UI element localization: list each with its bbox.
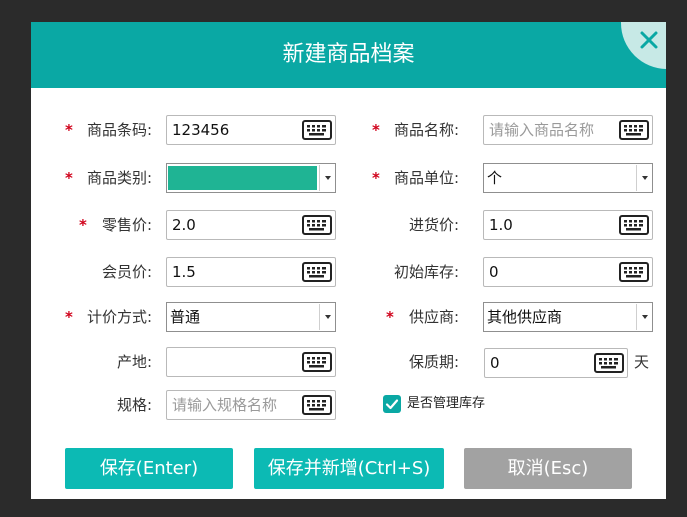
dialog-title: 新建商品档案 <box>282 42 415 67</box>
required-mark: * <box>372 121 380 139</box>
barcode-label: 商品条码: <box>86 121 152 139</box>
required-mark: * <box>372 169 380 187</box>
purchase-price-label: 进货价: <box>408 216 459 234</box>
manage-stock-checkbox[interactable] <box>383 395 401 413</box>
shelf-life-label: 保质期: <box>408 353 459 371</box>
supplier-value: 其他供应商 <box>487 308 563 326</box>
chevron-down-icon[interactable] <box>636 304 651 330</box>
dialog-title-bar: 新建商品档案 <box>31 22 666 88</box>
close-icon[interactable] <box>636 27 662 53</box>
save-button[interactable]: 保存(Enter) <box>65 448 233 489</box>
keyboard-icon[interactable] <box>302 394 332 416</box>
spec-label: 规格: <box>116 396 152 414</box>
supplier-select[interactable]: 其他供应商 <box>483 302 653 332</box>
initial-stock-field[interactable]: 0 <box>483 257 653 287</box>
member-price-label: 会员价: <box>101 263 152 281</box>
required-mark: * <box>65 169 73 187</box>
keyboard-icon[interactable] <box>619 119 649 141</box>
retail-price-value: 2.0 <box>172 216 196 234</box>
keyboard-icon[interactable] <box>302 119 332 141</box>
member-price-field[interactable]: 1.5 <box>166 257 336 287</box>
category-label: 商品类别: <box>86 169 152 187</box>
shelf-life-field[interactable]: 0 <box>484 348 628 378</box>
member-price-value: 1.5 <box>172 263 196 281</box>
required-mark: * <box>65 308 73 326</box>
required-mark: * <box>65 121 73 139</box>
keyboard-icon[interactable] <box>619 261 649 283</box>
shelf-life-unit: 天 <box>634 353 650 371</box>
name-field[interactable]: 请输入商品名称 <box>483 115 653 145</box>
unit-label: 商品单位: <box>393 169 459 187</box>
origin-value <box>172 348 299 376</box>
barcode-field[interactable]: 123456 <box>166 115 336 145</box>
supplier-label: 供应商: <box>408 308 459 326</box>
keyboard-icon[interactable] <box>302 351 332 373</box>
category-color-swatch <box>168 166 317 190</box>
chevron-down-icon[interactable] <box>319 165 334 191</box>
origin-label: 产地: <box>116 353 152 371</box>
keyboard-icon[interactable] <box>302 261 332 283</box>
origin-field[interactable] <box>166 347 336 377</box>
unit-select[interactable]: 个 <box>483 163 653 193</box>
chevron-down-icon[interactable] <box>636 165 651 191</box>
retail-price-label: 零售价: <box>101 216 152 234</box>
pricing-method-label: 计价方式: <box>86 308 152 326</box>
keyboard-icon[interactable] <box>594 352 624 374</box>
keyboard-icon[interactable] <box>302 214 332 236</box>
unit-value: 个 <box>487 169 503 187</box>
initial-stock-label: 初始库存: <box>393 263 459 281</box>
spec-field[interactable]: 请输入规格名称 <box>166 390 336 420</box>
new-product-dialog: 新建商品档案 * 商品条码: 123456 * 商品名称: 请输入商品名称 * … <box>31 22 666 499</box>
pricing-method-value: 普通 <box>170 308 201 326</box>
pricing-method-select[interactable]: 普通 <box>166 302 336 332</box>
manage-stock-label: 是否管理库存 <box>407 396 486 411</box>
purchase-price-value: 1.0 <box>489 216 513 234</box>
purchase-price-field[interactable]: 1.0 <box>483 210 653 240</box>
spec-placeholder: 请输入规格名称 <box>172 396 278 414</box>
initial-stock-value: 0 <box>489 263 499 281</box>
name-label: 商品名称: <box>393 121 459 139</box>
retail-price-field[interactable]: 2.0 <box>166 210 336 240</box>
category-select[interactable] <box>166 163 336 193</box>
keyboard-icon[interactable] <box>619 214 649 236</box>
name-placeholder: 请输入商品名称 <box>489 121 595 139</box>
chevron-down-icon[interactable] <box>319 304 334 330</box>
save-and-new-button[interactable]: 保存并新增(Ctrl+S) <box>254 448 444 489</box>
cancel-button[interactable]: 取消(Esc) <box>464 448 632 489</box>
shelf-life-value: 0 <box>490 354 500 372</box>
barcode-value: 123456 <box>172 121 230 139</box>
check-icon <box>385 399 399 410</box>
